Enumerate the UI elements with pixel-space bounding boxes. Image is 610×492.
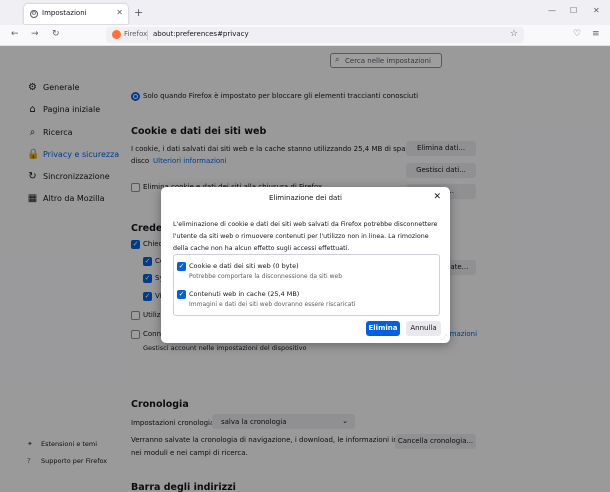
reload-button[interactable]: ↻	[52, 29, 60, 39]
cookies-option-title: Cookie e dati dei siti web (0 byte)	[189, 262, 299, 270]
bookmark-star-icon[interactable]: ☆	[510, 29, 518, 39]
new-tab-button[interactable]: +	[134, 6, 143, 19]
dialog-options-box: ✓ Cookie e dati dei siti web (0 byte) Po…	[173, 254, 440, 316]
forward-button[interactable]: →	[31, 29, 39, 39]
resize-grip-icon[interactable]: ⋰	[441, 334, 447, 341]
url-text[interactable]: about:preferences#privacy	[153, 30, 249, 38]
gear-icon: ⚙	[30, 10, 38, 18]
cache-option-desc: Immagini e dati dei siti web dovranno es…	[189, 301, 356, 308]
minimize-button[interactable]: —	[548, 6, 556, 15]
firefox-window: ⚙ Impostazioni ✕ + — ☐ ✕ ← → ↻ Firefox a…	[0, 0, 610, 492]
identity-label: Firefox	[124, 30, 148, 38]
cache-checkbox[interactable]: ✓	[177, 290, 186, 299]
tab-close-icon[interactable]: ✕	[116, 8, 123, 17]
dialog-title: Eliminazione dei dati	[268, 194, 342, 202]
close-icon[interactable]: ✕	[433, 192, 441, 202]
url-bar[interactable]: Firefox about:preferences#privacy ☆	[106, 27, 524, 43]
cancel-button[interactable]: Annulla	[406, 321, 441, 336]
tab-settings[interactable]: ⚙ Impostazioni ✕	[24, 4, 128, 24]
nav-toolbar: ← → ↻ Firefox about:preferences#privacy …	[0, 25, 610, 46]
menu-icon[interactable]: ≡	[592, 29, 600, 39]
url-separator	[147, 30, 148, 40]
tab-strip: ⚙ Impostazioni ✕ + — ☐ ✕	[0, 0, 610, 25]
pocket-icon[interactable]: ♡	[573, 29, 581, 39]
back-button[interactable]: ←	[11, 29, 19, 39]
dialog-description: L'eliminazione di cookie e dati dei siti…	[173, 221, 438, 252]
clear-data-dialog: Eliminazione dei dati ✕ L'eliminazione d…	[161, 187, 450, 343]
cookies-checkbox[interactable]: ✓	[177, 262, 186, 271]
cookies-option-desc: Potrebbe comportare la disconnessione da…	[189, 273, 343, 280]
cache-option-title: Contenuti web in cache (25,4 MB)	[189, 290, 300, 298]
firefox-icon	[112, 30, 121, 39]
clear-button[interactable]: Elimina	[366, 321, 400, 336]
window-close-button[interactable]: ✕	[593, 6, 600, 15]
tab-title: Impostazioni	[42, 9, 87, 17]
maximize-button[interactable]: ☐	[570, 6, 577, 15]
